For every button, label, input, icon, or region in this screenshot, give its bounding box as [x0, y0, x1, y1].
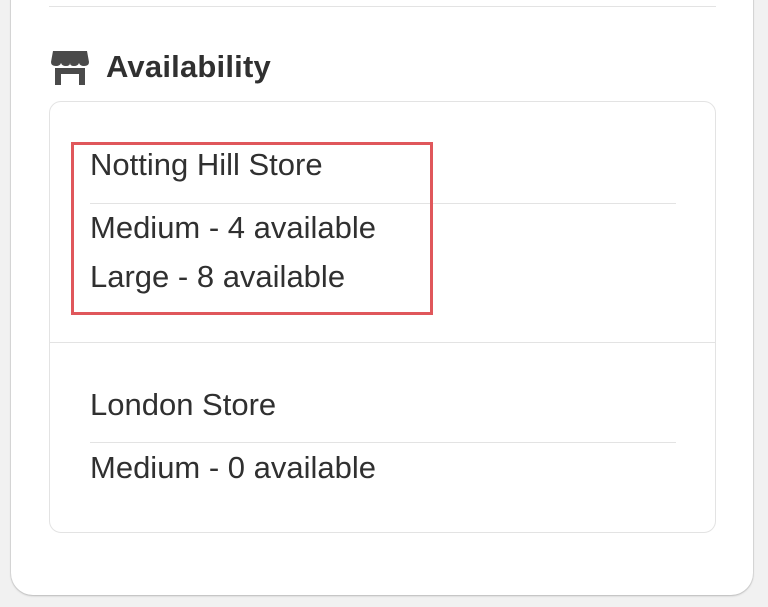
stock-line-large: Large - 8 available — [90, 259, 346, 294]
store-divider — [90, 442, 676, 443]
availability-list: Notting Hill Store Medium - 4 available … — [49, 101, 716, 533]
stock-line-medium: Medium - 0 available — [90, 450, 377, 485]
section-header: Availability — [50, 44, 271, 90]
store-name: Notting Hill Store — [90, 147, 323, 182]
section-divider — [49, 6, 716, 7]
store-item-london: London Store Medium - 0 available — [50, 343, 715, 531]
store-icon — [50, 47, 90, 87]
store-divider — [90, 203, 676, 204]
store-name: London Store — [90, 387, 277, 422]
store-item-notting-hill: Notting Hill Store Medium - 4 available … — [50, 102, 715, 342]
stock-line-medium: Medium - 4 available — [90, 210, 377, 245]
section-title: Availability — [106, 49, 271, 84]
